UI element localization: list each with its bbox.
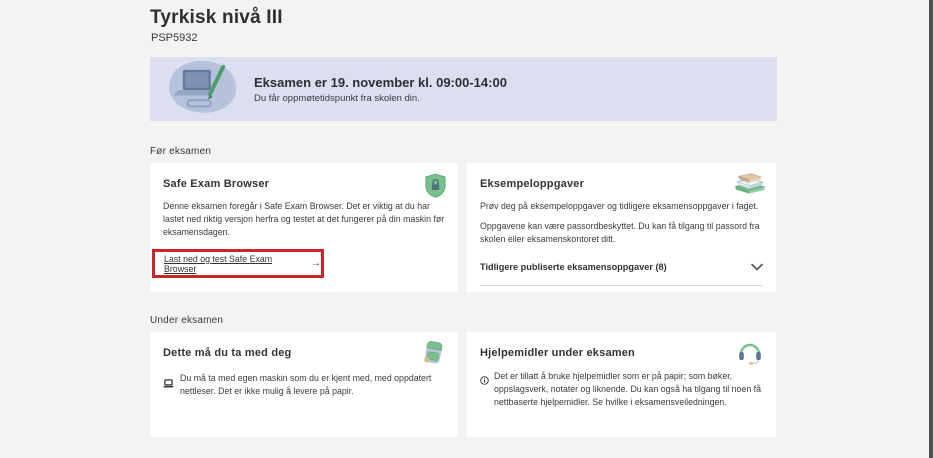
subject-code: PSP5932 (151, 32, 197, 44)
shield-lock-icon (425, 173, 446, 203)
book-stack-icon (733, 166, 767, 200)
info-icon (480, 372, 489, 390)
card-exam-aids: Hjelpemidler under eksamen Det er tillat… (467, 332, 776, 437)
download-seb-link[interactable]: Last ned og test Safe Exam Browser (164, 254, 305, 274)
laptop-icon (163, 375, 174, 393)
previous-exam-tasks-accordion[interactable]: Tidligere publiserte eksamensoppgaver (8… (480, 258, 763, 286)
info-row: Det er tillatt å bruke hjelpemidler som … (480, 370, 763, 410)
accordion-label: Tidligere publiserte eksamensoppgaver (8… (480, 262, 667, 272)
card-paragraph: Oppgavene kan være passordbeskyttet. Du … (480, 220, 763, 246)
aids-body-text: Det er tillatt å bruke hjelpemidler som … (494, 370, 763, 410)
list-item: Du må ta med egen maskin som du er kjent… (163, 372, 445, 398)
card-example-tasks: Eksempeloppgaver Prøv deg på eksempelopp… (467, 163, 776, 292)
card-paragraph: Prøv deg på eksempeloppgaver og tidliger… (480, 200, 763, 213)
page-title: Tyrkisk nivå III (150, 7, 283, 29)
card-title: Dette må du ta med deg (163, 347, 445, 359)
section-heading-before-exam: Før eksamen (150, 146, 211, 157)
banner-exam-note: Du får oppmøtetidspunkt fra skolen din. (254, 93, 507, 104)
annotation-highlight-box: Last ned og test Safe Exam Browser → (152, 249, 324, 278)
chevron-down-icon (751, 258, 763, 276)
headphones-icon (737, 341, 763, 370)
section-heading-during-exam: Under eksamen (150, 315, 223, 326)
card-title: Hjelpemidler under eksamen (480, 347, 763, 359)
laptop-pencil-illustration-icon (164, 59, 242, 120)
exam-info-banner: Eksamen er 19. november kl. 09:00-14:00 … (150, 57, 777, 121)
list-item-text: Du må ta med egen maskin som du er kjent… (180, 372, 445, 398)
card-title: Safe Exam Browser (163, 178, 445, 190)
scrollbar[interactable] (929, 0, 933, 458)
banner-exam-date: Eksamen er 19. november kl. 09:00-14:00 (254, 75, 507, 90)
arrow-right-icon: → (311, 258, 321, 269)
card-body: Denne eksamen foregår i Safe Exam Browse… (163, 200, 445, 240)
backpack-icon (422, 338, 446, 372)
card-title: Eksempeloppgaver (480, 178, 763, 190)
card-safe-exam-browser: Safe Exam Browser Denne eksamen foregår … (150, 163, 458, 292)
card-what-to-bring: Dette må du ta med deg Du må ta med egen… (150, 332, 458, 437)
